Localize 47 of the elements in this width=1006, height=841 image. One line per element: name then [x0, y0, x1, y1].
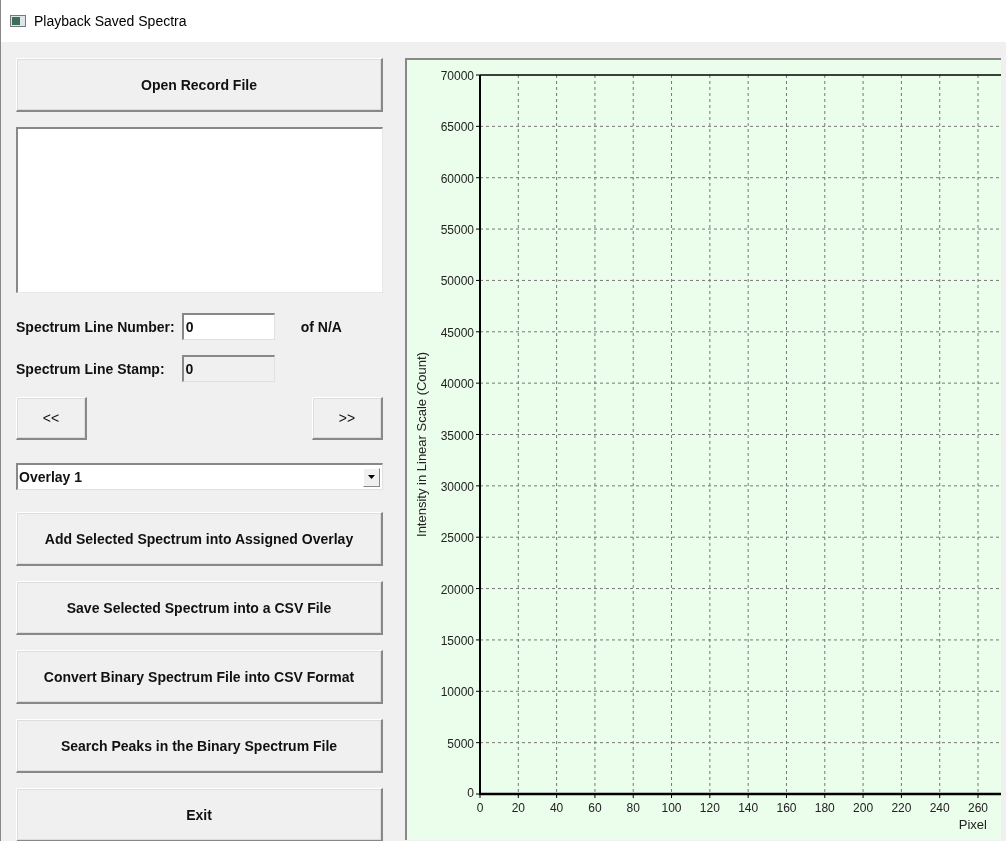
tick-label: 100 — [661, 801, 682, 815]
overlay-dropdown[interactable]: Overlay 1 — [16, 463, 383, 490]
action-button[interactable]: Search Peaks in the Binary Spectrum File — [16, 719, 383, 773]
tick-label: 45000 — [440, 325, 474, 340]
tick-label: 30000 — [440, 479, 474, 494]
line-number-field[interactable]: 0 — [181, 313, 275, 340]
tick-label: 55000 — [440, 223, 474, 238]
tick-label: 180 — [814, 801, 835, 815]
tick-label: 65000 — [440, 120, 474, 135]
tick-label: 0 — [467, 786, 474, 800]
tick-label: 60000 — [440, 171, 474, 186]
tick-label: 220 — [891, 801, 912, 815]
tick-label: 160 — [776, 801, 797, 815]
tick-label: 40000 — [440, 377, 474, 392]
tick-label: 50000 — [440, 274, 474, 289]
tick-label: 120 — [699, 801, 720, 815]
tick-label: 70000 — [440, 69, 474, 83]
tick-label: 0 — [476, 801, 484, 815]
axis-title: Intensity in Linear Scale (Count) — [414, 352, 429, 537]
action-button[interactable]: Exit — [16, 788, 383, 841]
tick-label: 20000 — [440, 582, 474, 597]
field-label: Spectrum Line Stamp: — [16, 360, 165, 377]
tick-label: 10000 — [440, 685, 474, 700]
tick-label: 15000 — [440, 633, 474, 648]
action-button[interactable]: Add Selected Spectrum into Assigned Overlay — [16, 512, 383, 566]
tick-label: 140 — [738, 801, 759, 815]
dropdown-arrow-icon[interactable] — [368, 475, 375, 479]
previous-button[interactable]: << — [16, 397, 87, 440]
window-title: Playback Saved Spectra — [34, 13, 187, 29]
action-button[interactable]: Convert Binary Spectrum File into CSV Format — [16, 650, 383, 704]
tick-label: 35000 — [440, 428, 474, 443]
axis-title: Pixel — [958, 817, 987, 832]
tick-label: 5000 — [447, 736, 474, 751]
tick-label: 40 — [549, 801, 564, 815]
tick-label: 60 — [588, 801, 602, 815]
total-label: of N/A — [300, 318, 342, 335]
tick-label: 260 — [968, 801, 989, 815]
field-label: Spectrum Line Number: — [16, 318, 175, 335]
tick-label: 240 — [929, 801, 950, 815]
tick-label: 80 — [626, 801, 640, 815]
app-icon — [10, 15, 26, 27]
tick-label: 25000 — [440, 531, 474, 546]
action-button[interactable]: Save Selected Spectrum into a CSV File — [16, 581, 383, 635]
next-button[interactable]: >> — [312, 397, 383, 440]
tick-label: 200 — [853, 801, 874, 815]
open-file-button[interactable]: Open Record File — [16, 58, 383, 112]
tick-label: 20 — [511, 801, 525, 815]
